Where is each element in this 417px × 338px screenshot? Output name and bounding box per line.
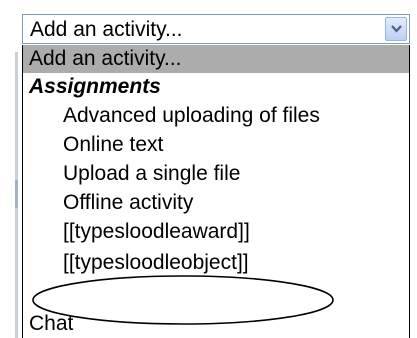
option-chat[interactable]: Chat (23, 310, 409, 338)
option-label: Add an activity... (29, 47, 182, 70)
option-advanced-uploading[interactable]: Advanced uploading of files (23, 102, 409, 130)
option-online-text[interactable]: Online text (23, 131, 409, 159)
option-label: Advanced uploading of files (63, 104, 320, 127)
background-page-edge-accent (15, 180, 18, 208)
option-label: Chat (29, 312, 74, 335)
activity-select[interactable]: Add an activity... (22, 14, 410, 44)
chevron-down-icon (391, 25, 402, 33)
option-typesloodleaward[interactable]: [[typesloodleaward]] (23, 218, 409, 246)
activity-dropdown-list: Add an activity... Assignments Advanced … (22, 45, 410, 338)
activity-select-value: Add an activity... (30, 18, 183, 41)
dropdown-arrow-button[interactable] (385, 17, 407, 41)
option-upload-single-file[interactable]: Upload a single file (23, 160, 409, 188)
optgroup-label: Assignments (29, 75, 161, 98)
screenshot-stage: Add an activity... Add an activity... As… (0, 0, 417, 338)
option-label: [[typesloodleobject]] (63, 251, 249, 274)
option-add-activity[interactable]: Add an activity... (23, 45, 409, 73)
option-label: Online text (63, 133, 164, 156)
option-offline-activity[interactable]: Offline activity (23, 189, 409, 217)
option-label: Upload a single file (63, 162, 241, 185)
option-typesloodleobject[interactable]: [[typesloodleobject]] (23, 249, 409, 277)
optgroup-assignments: Assignments (23, 73, 409, 101)
option-label: [[typesloodleaward]] (63, 220, 250, 243)
option-label: Offline activity (63, 191, 194, 214)
